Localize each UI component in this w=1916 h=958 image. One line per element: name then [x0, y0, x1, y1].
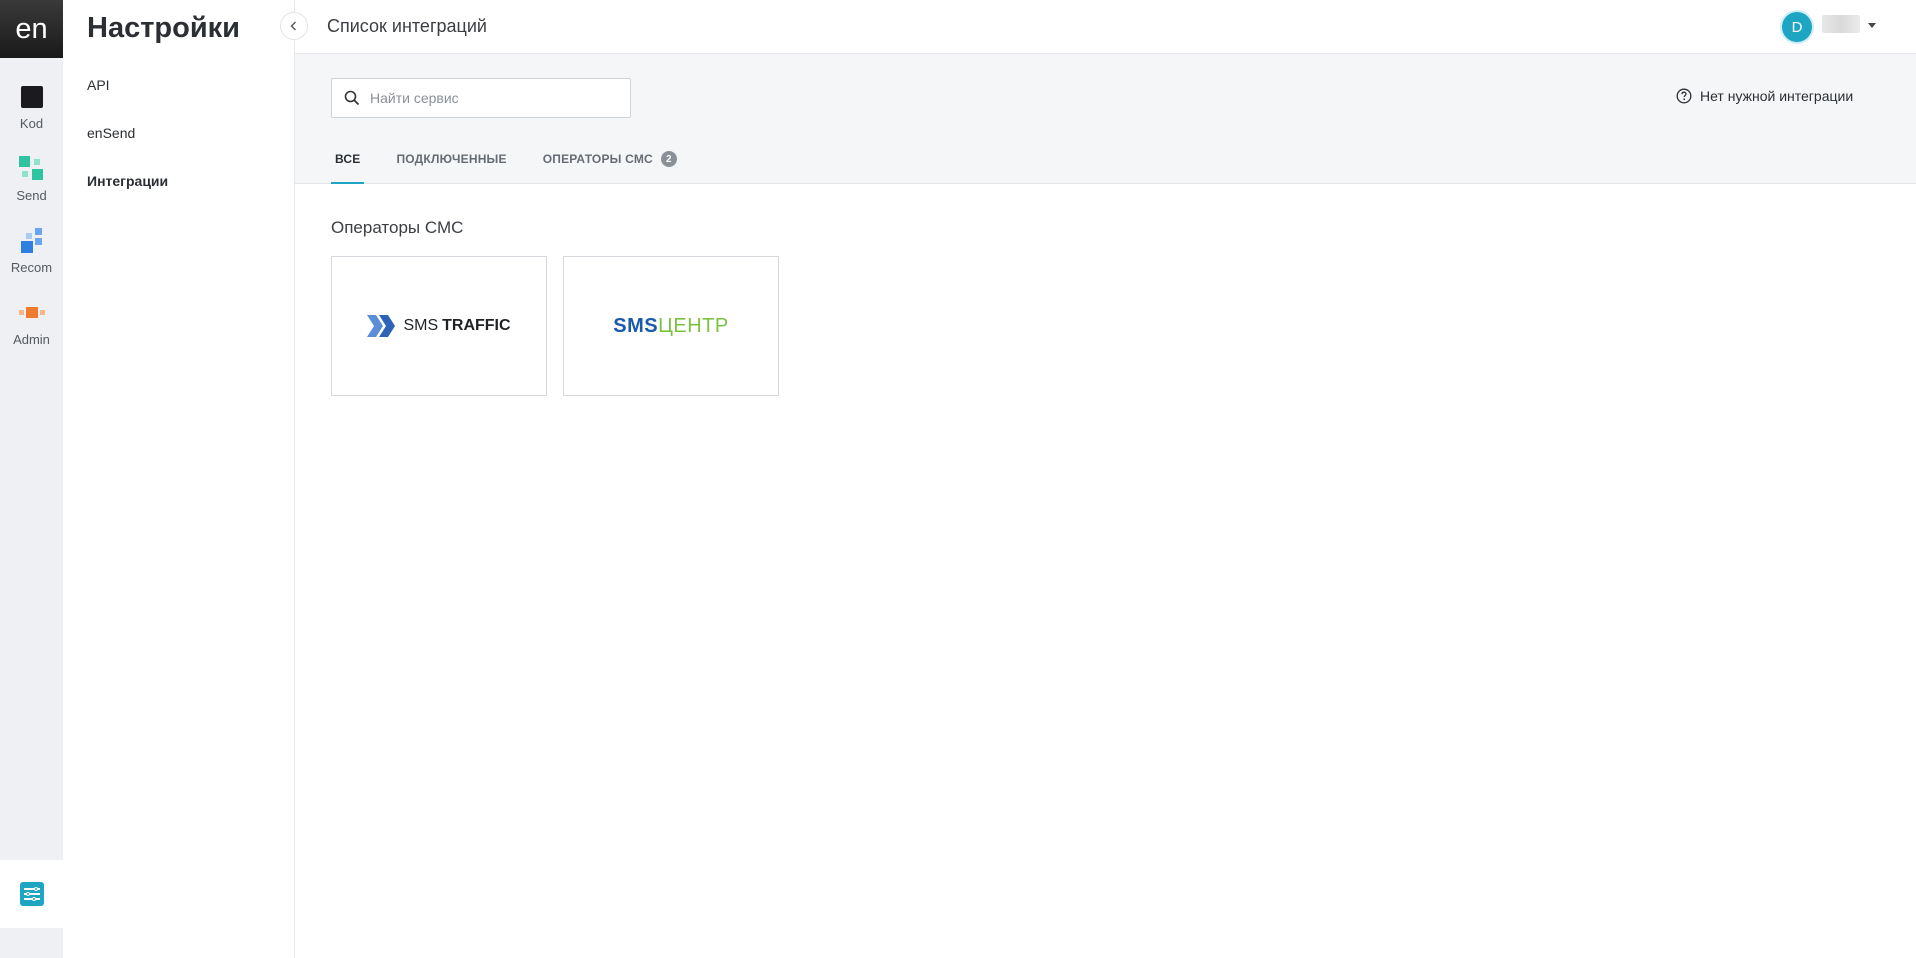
help-circle-icon	[1676, 88, 1692, 104]
search-box	[331, 78, 631, 118]
search-icon	[344, 90, 360, 106]
page-title: Список интеграций	[327, 16, 487, 36]
toolbar-band: Нет нужной интеграции ВСЕ ПОДКЛЮЧЕННЫЕ О…	[295, 54, 1916, 184]
sidebar-title: Настройки	[87, 12, 241, 44]
tab-connected[interactable]: ПОДКЛЮЧЕННЫЕ	[392, 142, 510, 184]
sidebar-item-api[interactable]: API	[87, 77, 110, 93]
integration-card-sms-center[interactable]: SMSЦЕНТР	[563, 256, 779, 396]
logo-text-b: TRAFFIC	[442, 317, 511, 334]
admin-icon	[18, 300, 45, 326]
kod-icon	[19, 84, 45, 110]
rail-item-admin[interactable]: Admin	[0, 292, 63, 354]
logo-text-a: SMS	[403, 317, 439, 334]
tab-label: ВСЕ	[335, 152, 361, 166]
logo-text-a: SMS	[613, 314, 659, 337]
user-menu-caret-icon[interactable]	[1868, 23, 1876, 28]
sidebar-item-integrations[interactable]: Интеграции	[87, 173, 168, 189]
tab-all[interactable]: ВСЕ	[331, 142, 365, 184]
tab-sms-operators[interactable]: ОПЕРАТОРЫ СМС 2	[539, 142, 681, 184]
missing-integration-label: Нет нужной интеграции	[1700, 88, 1854, 104]
rail-item-label: Admin	[13, 332, 50, 347]
avatar[interactable]: D	[1782, 12, 1812, 42]
tab-count-badge: 2	[660, 151, 677, 167]
avatar-initial: D	[1791, 18, 1803, 36]
collapse-sidebar-button[interactable]	[280, 12, 308, 40]
settings-button[interactable]	[0, 860, 63, 928]
integration-card-sms-traffic[interactable]: SMS TRAFFIC	[331, 256, 547, 396]
rail-item-kod[interactable]: Kod	[0, 76, 63, 138]
rail-item-recom[interactable]: Recom	[0, 220, 63, 282]
tab-label: ОПЕРАТОРЫ СМС	[542, 152, 653, 166]
rail-item-label: Send	[16, 188, 47, 203]
user-name-blurred[interactable]	[1822, 15, 1860, 33]
section-title: Операторы СМС	[331, 218, 464, 237]
logo-text-b: ЦЕНТР	[658, 314, 729, 337]
tab-bar: ВСЕ ПОДКЛЮЧЕННЫЕ ОПЕРАТОРЫ СМС 2	[331, 142, 709, 184]
app-rail: en Kod Send Recom Admin	[0, 0, 63, 958]
chevron-left-icon	[290, 21, 296, 31]
rail-item-label: Kod	[19, 116, 44, 131]
send-icon	[18, 156, 45, 182]
settings-sidebar: Настройки API enSend Интеграции	[63, 0, 295, 958]
top-header: Список интеграций D	[295, 0, 1916, 54]
search-input[interactable]	[370, 90, 610, 106]
app-logo[interactable]: en	[0, 0, 63, 58]
rail-item-send[interactable]: Send	[0, 148, 63, 210]
sms-center-logo: SMSЦЕНТР	[613, 315, 728, 338]
sms-traffic-logo: SMS TRAFFIC	[367, 315, 511, 337]
tab-label: ПОДКЛЮЧЕННЫЕ	[396, 152, 507, 166]
app-logo-text: en	[15, 12, 48, 45]
missing-integration-link[interactable]: Нет нужной интеграции	[1676, 88, 1853, 104]
settings-sliders-icon	[19, 882, 44, 906]
double-chevron-icon	[367, 315, 396, 337]
rail-item-label: Recom	[10, 260, 53, 275]
recom-icon	[19, 228, 45, 254]
sidebar-item-ensend[interactable]: enSend	[87, 125, 135, 141]
